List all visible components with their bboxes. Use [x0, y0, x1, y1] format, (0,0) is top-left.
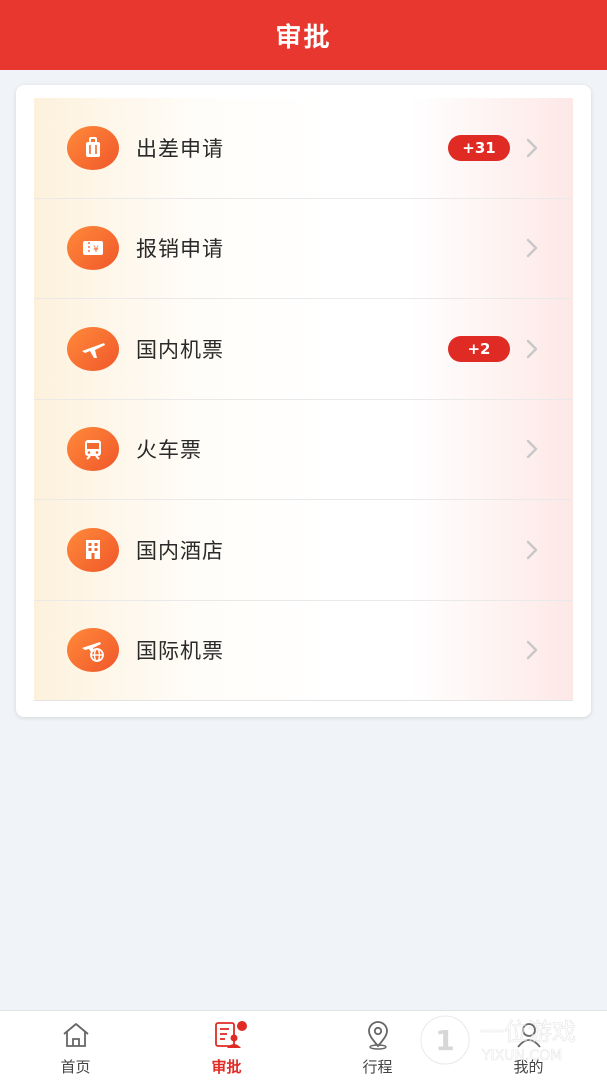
chevron-right-icon: [526, 138, 538, 157]
user-icon: [516, 1023, 541, 1048]
menu-item-domestic-flight[interactable]: 国内机票 +2: [34, 299, 573, 400]
chevron-right-icon: [526, 440, 538, 459]
menu-item-label: 出差申请: [136, 136, 224, 161]
menu-item-reimbursement[interactable]: ¥ 报销申请: [34, 198, 573, 299]
tab-mine[interactable]: 我的: [453, 1011, 604, 1080]
approval-menu-list: 出差申请 +31 ¥ 报销申请 国内机票 +2 火车票 国内酒店 国际机票: [34, 98, 573, 701]
menu-item-label: 国内机票: [136, 337, 224, 362]
tab-label: 审批: [211, 1058, 242, 1076]
menu-item-train-ticket[interactable]: 火车票: [34, 399, 573, 500]
chevron-right-icon: [526, 540, 538, 559]
home-icon: [62, 1023, 89, 1047]
tab-home[interactable]: 首页: [0, 1011, 151, 1080]
menu-item-label: 国内酒店: [136, 538, 224, 563]
menu-item-label: 报销申请: [136, 237, 224, 262]
notification-dot: [237, 1021, 247, 1031]
page-title: 审批: [275, 22, 332, 53]
luggage-icon: [67, 125, 119, 170]
menu-item-domestic-hotel[interactable]: 国内酒店: [34, 500, 573, 601]
approval-menu-card: 出差申请 +31 ¥ 报销申请 国内机票 +2 火车票 国内酒店 国际机票: [16, 85, 591, 717]
menu-item-label: 国际机票: [136, 639, 224, 664]
train-icon: [67, 427, 119, 472]
tab-itinerary[interactable]: 行程: [302, 1011, 453, 1080]
international-flight-icon: [67, 628, 119, 673]
menu-item-label: 火车票: [136, 438, 202, 463]
count-badge: +2: [448, 335, 510, 362]
menu-item-international-flight[interactable]: 国际机票: [34, 600, 573, 701]
count-badge: +31: [448, 134, 510, 161]
tab-approval[interactable]: 审批: [151, 1011, 302, 1080]
chevron-right-icon: [526, 239, 538, 258]
location-pin-icon: [367, 1021, 388, 1050]
chevron-right-icon: [526, 641, 538, 660]
tab-label: 我的: [513, 1058, 544, 1076]
menu-item-business-trip[interactable]: 出差申请 +31: [34, 98, 573, 199]
tab-label: 首页: [60, 1058, 91, 1076]
svg-text:¥: ¥: [93, 245, 99, 255]
tab-label: 行程: [362, 1058, 393, 1076]
hotel-icon: [67, 527, 119, 572]
reimbursement-ticket-icon: ¥: [67, 226, 119, 271]
airplane-icon: [67, 326, 119, 371]
app-header: 审批: [0, 0, 607, 70]
bottom-tab-bar: 首页 审批 行程 我的: [0, 1010, 607, 1080]
chevron-right-icon: [526, 339, 538, 358]
